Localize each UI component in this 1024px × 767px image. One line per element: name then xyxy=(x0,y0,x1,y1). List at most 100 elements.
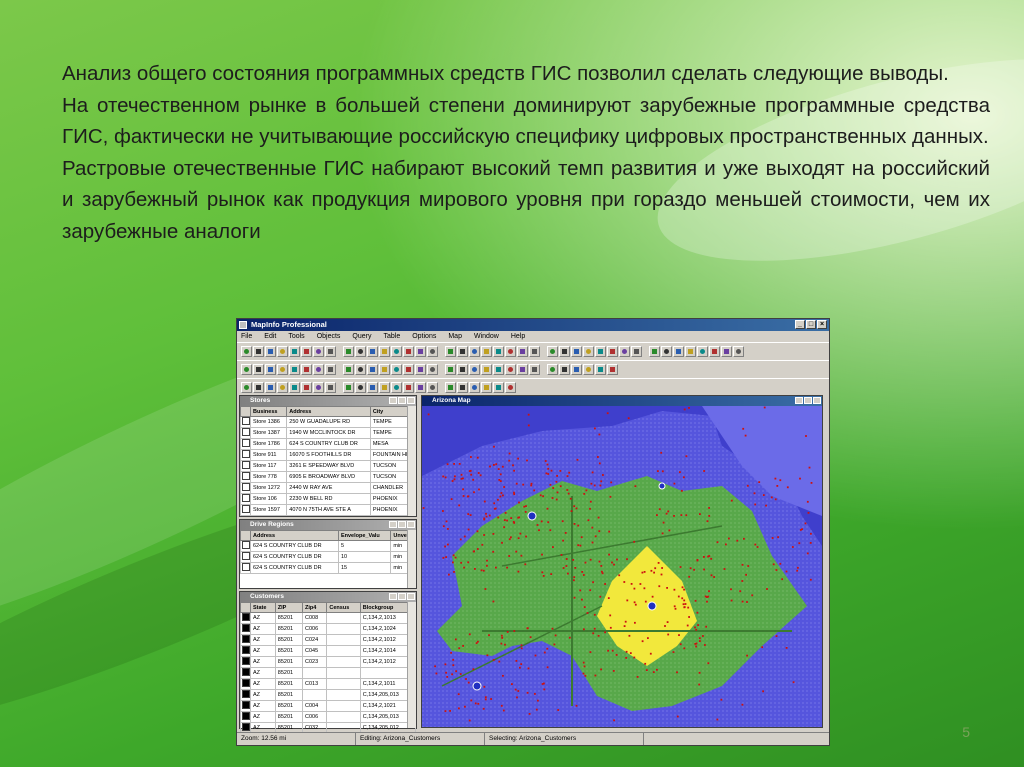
toolbar-tool-button[interactable] xyxy=(325,364,336,375)
toolbar-tool-button[interactable] xyxy=(265,382,276,393)
table-row[interactable]: AZ 85201 C,134,205,013 xyxy=(240,689,417,701)
toolbar-tool-button[interactable] xyxy=(469,346,480,357)
toolbar-tool-button[interactable] xyxy=(355,364,366,375)
table-cell[interactable]: 624 S COUNTRY CLUB DR xyxy=(250,562,339,574)
table-cell[interactable]: AZ xyxy=(250,689,276,701)
menu-options[interactable]: Options xyxy=(412,331,436,342)
table-row[interactable]: Store 106 2230 W BELL RD PHOENIX xyxy=(240,493,417,505)
table-cell[interactable]: 15 xyxy=(337,562,392,574)
table-row[interactable]: Store 1597 4070 N 75TH AVE STE A PHOENIX xyxy=(240,504,417,516)
table-cell[interactable]: 85201 xyxy=(274,634,304,646)
row-select-checkbox[interactable] xyxy=(240,689,251,701)
row-select-checkbox[interactable] xyxy=(240,504,251,516)
column-header[interactable]: Census xyxy=(326,602,361,613)
toolbar-tool-button[interactable] xyxy=(301,346,312,357)
table-cell[interactable]: Store 1387 xyxy=(249,427,288,439)
toolbar-tool-button[interactable] xyxy=(379,364,390,375)
toolbar-tool-button[interactable] xyxy=(685,346,696,357)
toolbar-tool-button[interactable] xyxy=(313,382,324,393)
table-row[interactable]: AZ 85201 C008 C,134,2,1013 xyxy=(240,612,417,624)
table-cell[interactable] xyxy=(326,700,361,712)
table-cell[interactable] xyxy=(326,645,361,657)
table-cell[interactable]: C008 xyxy=(302,612,328,624)
toolbar-tool-button[interactable] xyxy=(469,382,480,393)
table-row[interactable]: Store 1387 1940 W MCCLINTOCK DR TEMPE xyxy=(240,427,417,439)
column-header[interactable]: ZIP xyxy=(274,602,304,613)
row-select-checkbox[interactable] xyxy=(240,449,251,461)
table-row[interactable]: AZ 85201 C006 C,134,205,013 xyxy=(240,711,417,723)
table-cell[interactable]: 4070 N 75TH AVE STE A xyxy=(286,504,371,516)
menu-query[interactable]: Query xyxy=(352,331,371,342)
toolbar-tool-button[interactable] xyxy=(649,346,660,357)
table-cell[interactable]: Store 1786 xyxy=(249,438,288,450)
row-select-checkbox[interactable] xyxy=(240,562,251,574)
toolbar-tool-button[interactable] xyxy=(529,364,540,375)
table-cell[interactable]: Store 117 xyxy=(249,460,288,472)
table-cell[interactable]: 624 S COUNTRY CLUB DR xyxy=(286,438,371,450)
toolbar-tool-button[interactable] xyxy=(631,346,642,357)
table-cell[interactable]: 85201 xyxy=(274,667,304,679)
table-cell[interactable]: 85201 xyxy=(274,623,304,635)
toolbar-tool-button[interactable] xyxy=(481,382,492,393)
toolbar-tool-button[interactable] xyxy=(481,346,492,357)
store-marker[interactable] xyxy=(658,482,666,490)
table-row[interactable]: Store 911 16070 S FOOTHILLS DR FOUNTAIN HI xyxy=(240,449,417,461)
table-cell[interactable]: Store 106 xyxy=(249,493,288,505)
table-row[interactable]: 624 S COUNTRY CLUB DR 10 min xyxy=(240,551,416,563)
toolbar-tool-button[interactable] xyxy=(505,346,516,357)
row-select-checkbox[interactable] xyxy=(240,645,251,657)
row-select-checkbox[interactable] xyxy=(240,700,251,712)
table-cell[interactable]: C024 xyxy=(302,634,328,646)
toolbar-tool-button[interactable] xyxy=(595,346,606,357)
table-cell[interactable]: C045 xyxy=(302,645,328,657)
toolbar-tool-button[interactable] xyxy=(493,346,504,357)
toolbar-tool-button[interactable] xyxy=(583,346,594,357)
row-select-checkbox[interactable] xyxy=(240,438,251,450)
table-row[interactable]: Store 1786 624 S COUNTRY CLUB DR MESA xyxy=(240,438,417,450)
toolbar-tool-button[interactable] xyxy=(427,382,438,393)
menu-edit[interactable]: Edit xyxy=(264,331,276,342)
table-cell[interactable]: Store 1597 xyxy=(249,504,288,516)
table-cell[interactable]: 85201 xyxy=(274,678,304,690)
toolbar-tool-button[interactable] xyxy=(445,364,456,375)
table-cell[interactable]: AZ xyxy=(250,656,276,668)
table-cell[interactable]: 5 xyxy=(337,540,392,552)
table-cell[interactable]: 1940 W MCCLINTOCK DR xyxy=(286,427,371,439)
table-cell[interactable]: C004 xyxy=(302,700,328,712)
toolbar-tool-button[interactable] xyxy=(367,364,378,375)
toolbar-tool-button[interactable] xyxy=(661,346,672,357)
menu-map[interactable]: Map xyxy=(448,331,462,342)
table-cell[interactable]: 85201 xyxy=(274,645,304,657)
table-row[interactable]: AZ 85201 C045 C,134,2,1014 xyxy=(240,645,417,657)
table-row[interactable]: Store 1272 2440 W RAY AVE CHANDLER xyxy=(240,482,417,494)
toolbar-tool-button[interactable] xyxy=(277,382,288,393)
toolbar-tool-button[interactable] xyxy=(289,346,300,357)
toolbar-tool-button[interactable] xyxy=(415,364,426,375)
column-header[interactable]: State xyxy=(250,602,276,613)
table-cell[interactable] xyxy=(326,612,361,624)
table-cell[interactable]: 624 S COUNTRY CLUB DR xyxy=(250,540,339,552)
toolbar-tool-button[interactable] xyxy=(343,346,354,357)
toolbar-tool-button[interactable] xyxy=(493,364,504,375)
row-select-checkbox[interactable] xyxy=(240,667,251,679)
table-row[interactable]: AZ 85201 C024 C,134,2,1012 xyxy=(240,634,417,646)
store-marker[interactable] xyxy=(472,681,482,691)
toolbar-tool-button[interactable] xyxy=(559,346,570,357)
map-canvas[interactable] xyxy=(422,406,822,727)
row-select-checkbox[interactable] xyxy=(240,427,251,439)
row-select-checkbox[interactable] xyxy=(240,540,251,552)
toolbar-tool-button[interactable] xyxy=(301,382,312,393)
toolbar-tool-button[interactable] xyxy=(241,346,252,357)
table-cell[interactable]: C023 xyxy=(302,656,328,668)
scrollbar[interactable] xyxy=(407,406,416,516)
table-cell[interactable]: 85201 xyxy=(274,700,304,712)
toolbar-tool-button[interactable] xyxy=(265,346,276,357)
table-row[interactable]: Store 1386 250 W GUADALUPE RD TEMPE xyxy=(240,416,417,428)
table-row[interactable]: Store 778 6905 E BROADWAY BLVD TUCSON xyxy=(240,471,417,483)
menu-window[interactable]: Window xyxy=(474,331,499,342)
row-select-checkbox[interactable] xyxy=(240,634,251,646)
toolbar-tool-button[interactable] xyxy=(427,346,438,357)
table-cell[interactable]: Store 1386 xyxy=(249,416,288,428)
menu-help[interactable]: Help xyxy=(511,331,525,342)
window-titlebar[interactable]: MapInfo Professional _ □ × xyxy=(237,319,829,331)
